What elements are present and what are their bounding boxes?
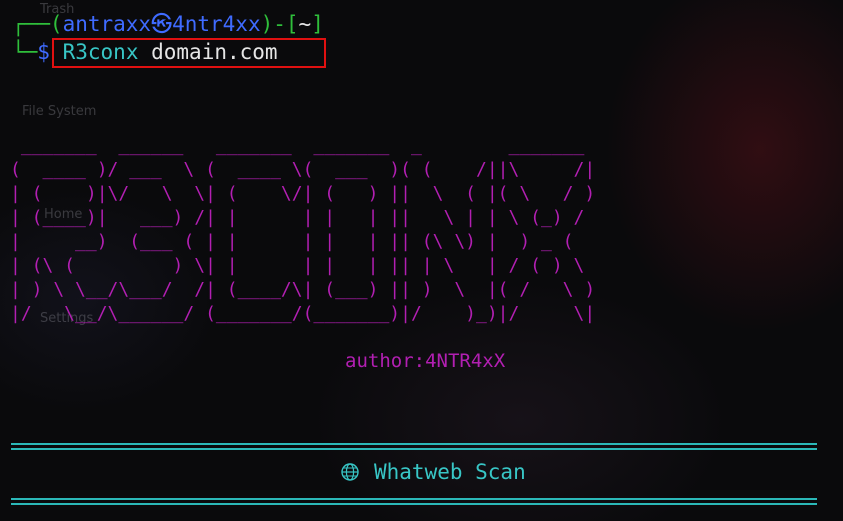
desktop-label-file-system: File System: [22, 104, 97, 119]
ascii-line: ( ____ )/ ___ \ ( ____ \( ___ )( ( /||\ …: [10, 159, 596, 180]
prompt-open-bracket: ┌──(: [12, 12, 63, 36]
ascii-line: | (\ ( ) \| | | | | || | \ | / ( ) \: [10, 255, 596, 276]
divider-rule: [11, 443, 817, 445]
prompt-dollar: $: [37, 40, 50, 64]
prompt-end-bracket: ]: [311, 12, 324, 36]
ascii-banner: _______ ______ _______ _______ _ _______…: [10, 134, 693, 326]
shell-prompt-header: ┌──(antraxx㉿4ntr4xx)-[~]: [12, 10, 324, 38]
prompt-line2-prefix: └─: [12, 40, 38, 64]
prompt-user-host: antraxx㉿4ntr4xx: [62, 12, 261, 36]
section-title: Whatweb Scan: [374, 460, 526, 484]
prompt-close-bracket: )-[: [260, 12, 299, 36]
ascii-line: | ( )|\/ \ \| ( \/| ( ) || \ ( |( \ / ): [10, 183, 596, 204]
globe-icon: [341, 463, 359, 481]
author-credit: author:4NTR4xX: [345, 350, 506, 372]
divider-rule: [11, 503, 817, 505]
divider-rule: [11, 448, 817, 450]
divider-rule: [11, 498, 817, 500]
ascii-line: | (____)| ___) /| | | | | || \ | | \ (_)…: [10, 207, 596, 228]
ascii-line: |/ \__/\______/ (_______/(_______)|/ )_)…: [10, 303, 596, 324]
prompt-cwd: ~: [298, 12, 312, 36]
ascii-line: | ) \ \__/\___/ /| (____/\| (___) || ) \…: [10, 279, 596, 300]
command-highlight-box: [52, 38, 326, 68]
ascii-line: _______ ______ _______ _______ _ _______: [10, 135, 693, 156]
section-header: Whatweb Scan: [340, 460, 526, 484]
ascii-line: | __) (___ ( | | | | | || (\ \) | ) _ (: [10, 231, 596, 252]
